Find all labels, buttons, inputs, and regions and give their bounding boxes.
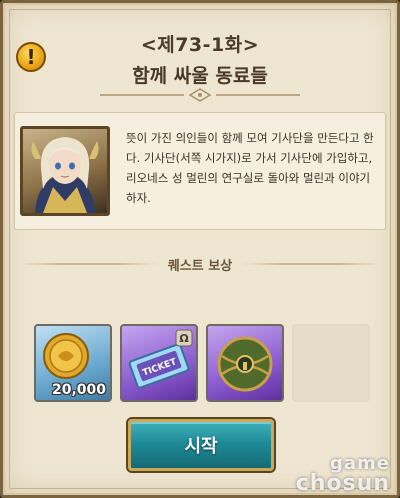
- ticket-grade-badge: Ω: [179, 332, 189, 345]
- watermark-logo: game chosun: [270, 454, 390, 496]
- reward-header-line-right: [242, 263, 381, 265]
- quest-description: 뜻이 가진 의인들이 함께 모여 기사단을 만든다고 한다. 기사단(서쪽 시가…: [126, 131, 374, 205]
- reward-slot-gold[interactable]: 20,000: [34, 324, 112, 402]
- quest-title: 함께 싸울 동료들: [132, 65, 268, 87]
- reward-list: 20,000 TICKET Ω: [34, 324, 370, 402]
- reward-header-line-left: [20, 263, 158, 265]
- start-button-label: 시작: [184, 436, 218, 457]
- reward-quantity: 20,000: [51, 382, 106, 398]
- reward-slot-orb[interactable]: [206, 324, 284, 402]
- ticket-icon: TICKET Ω: [128, 329, 193, 389]
- reward-header-label: 퀘스트 보상: [167, 258, 233, 274]
- reward-slot-ticket[interactable]: TICKET Ω: [120, 324, 198, 402]
- watermark-line2: chosun: [295, 471, 390, 496]
- reward-header: 퀘스트 보상: [20, 252, 381, 276]
- ornament-divider: [100, 88, 300, 102]
- start-button[interactable]: 시작: [128, 419, 274, 471]
- orb-icon: [217, 336, 273, 392]
- character-portrait: [20, 126, 110, 216]
- character-portrait-art: [31, 137, 99, 213]
- title-block: <제73-1화> 함께 싸울 동료들: [0, 30, 400, 88]
- reward-slot-empty: [292, 324, 370, 402]
- chapter-label: <제73-1화>: [140, 34, 260, 56]
